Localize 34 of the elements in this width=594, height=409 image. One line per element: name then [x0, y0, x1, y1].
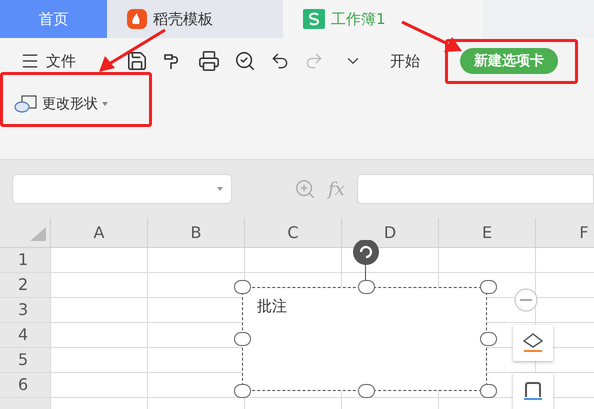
row-header[interactable]: 2	[0, 273, 50, 297]
flame-icon	[127, 9, 147, 29]
fill-bucket-icon	[521, 332, 545, 354]
comment-text: 批注	[257, 297, 287, 315]
row-header[interactable]: 3	[0, 298, 50, 322]
column-header[interactable]: C	[244, 218, 341, 247]
row-header[interactable]: 5	[0, 348, 50, 372]
tab[interactable]: 首页	[0, 0, 107, 38]
shapes-icon	[14, 94, 38, 114]
shape-fill-button[interactable]	[513, 325, 553, 361]
shape-outline-button[interactable]	[513, 373, 553, 409]
row-header[interactable]: 1	[0, 248, 50, 272]
outline-icon	[521, 380, 545, 402]
caret-icon	[217, 187, 223, 191]
column-header[interactable]: B	[147, 218, 244, 247]
column-header[interactable]: E	[438, 218, 535, 247]
save-icon[interactable]	[126, 50, 148, 72]
column-header[interactable]: F	[535, 218, 594, 247]
file-menu[interactable]: 文件	[20, 50, 76, 72]
formula-input[interactable]	[356, 174, 594, 204]
undo-icon[interactable]	[270, 51, 290, 71]
print-icon[interactable]	[198, 50, 220, 72]
column-header[interactable]: A	[50, 218, 147, 247]
caret-icon	[102, 102, 108, 106]
spreadsheet-icon	[303, 9, 325, 29]
rotate-handle-icon[interactable]	[352, 240, 380, 266]
row-header[interactable]: 6	[0, 373, 50, 397]
start-tab[interactable]: 开始	[386, 50, 424, 72]
comment-shape[interactable]: 批注	[242, 287, 487, 391]
arrow-drawing	[400, 18, 464, 54]
print-preview-icon[interactable]	[234, 50, 256, 72]
change-shape-button[interactable]: 更改形状	[14, 94, 108, 114]
row-header[interactable]: 4	[0, 323, 50, 347]
tab[interactable]: 稻壳模板	[107, 0, 283, 38]
